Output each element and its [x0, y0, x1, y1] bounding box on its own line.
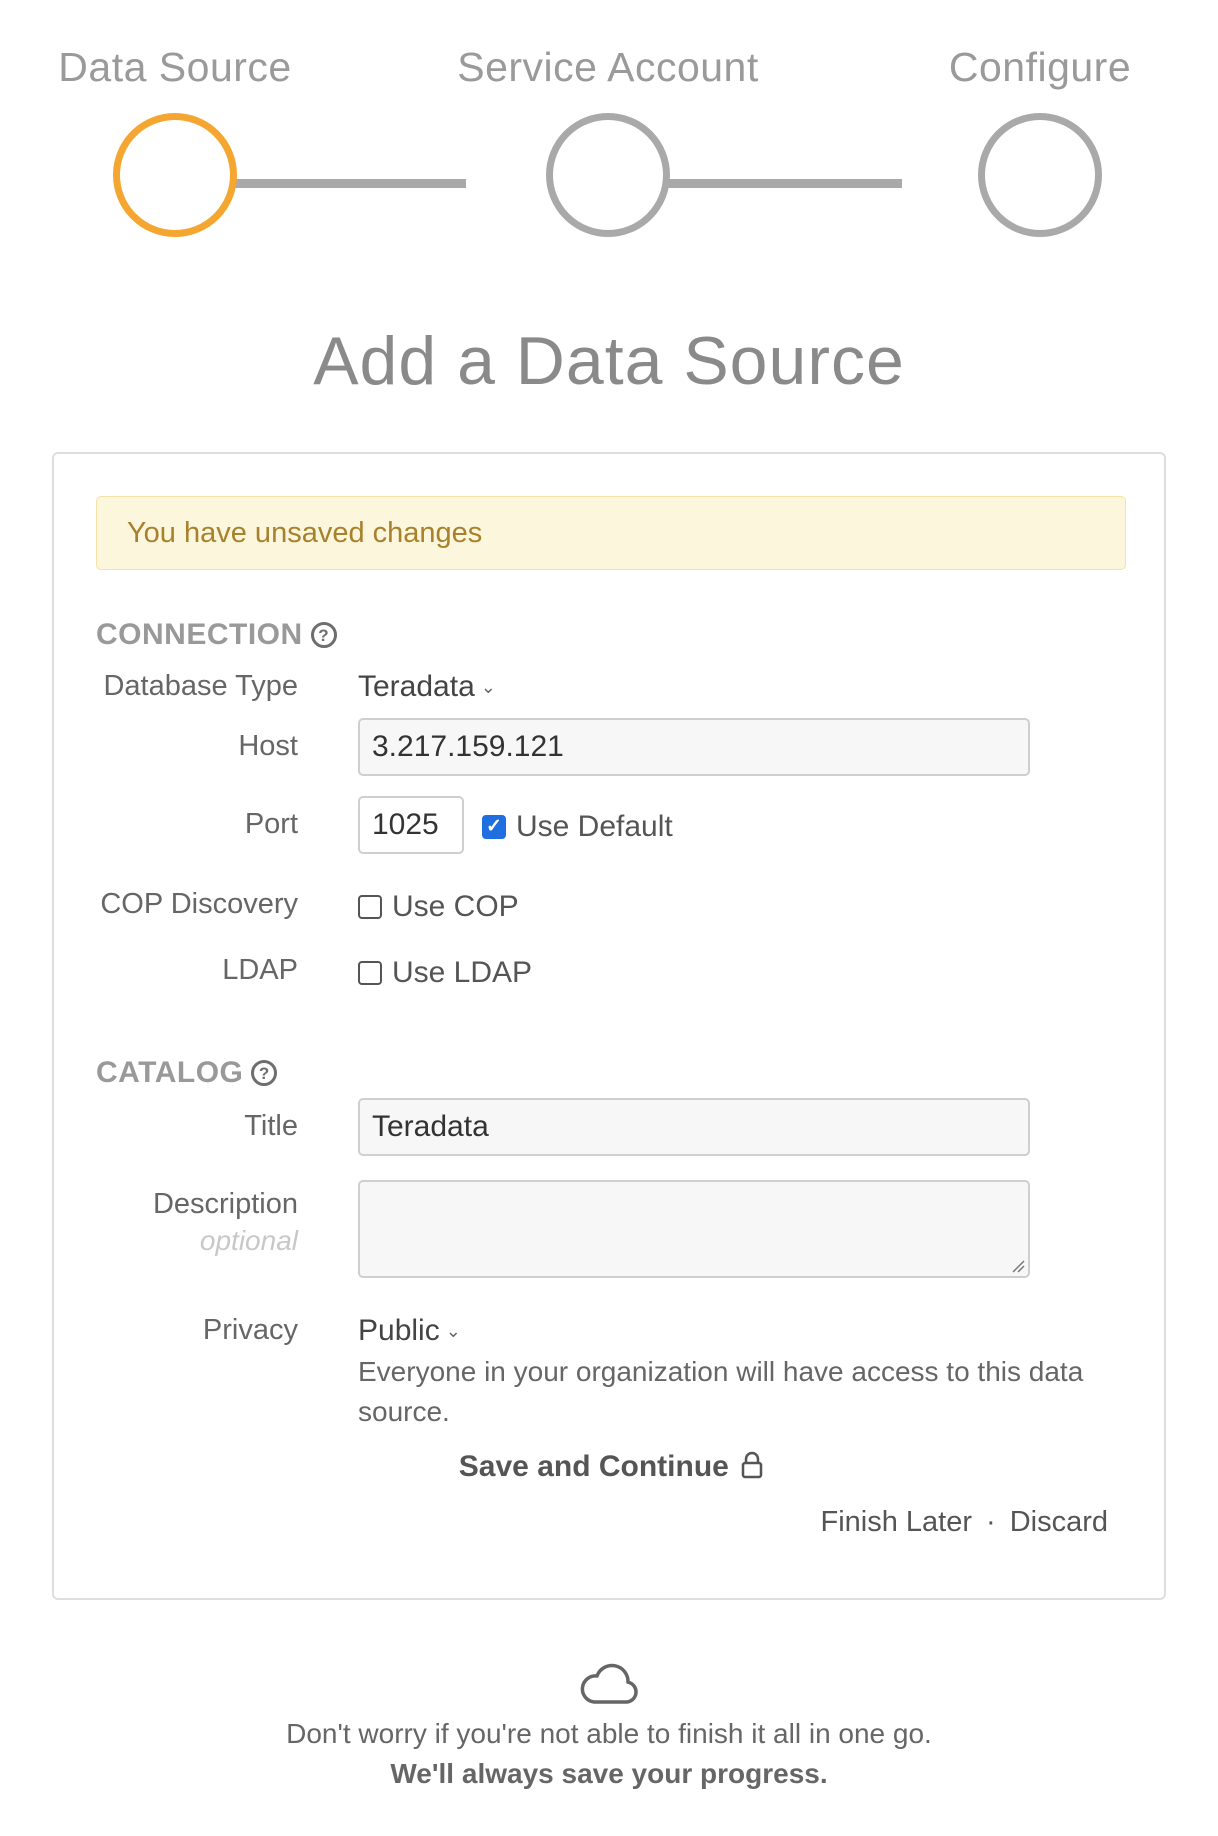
use-cop-checkbox-row[interactable]: Use COP: [358, 890, 519, 924]
description-optional-hint: optional: [199, 1225, 298, 1256]
privacy-value: Public: [358, 1314, 440, 1347]
use-default-checkbox-row[interactable]: ✓ Use Default: [482, 810, 673, 844]
save-and-continue-button[interactable]: Save and Continue: [54, 1450, 1168, 1484]
catalog-heading-text: CATALOG: [96, 1056, 244, 1089]
use-cop-label: Use COP: [392, 890, 519, 923]
description-label: Description optional: [153, 1188, 298, 1257]
title-label: Title: [244, 1110, 298, 1142]
step-label-service-account: Service Account: [457, 44, 759, 90]
use-ldap-checkbox-row[interactable]: Use LDAP: [358, 956, 532, 990]
connection-heading-text: CONNECTION: [96, 618, 303, 651]
step-connector: [640, 179, 902, 188]
database-type-label: Database Type: [103, 670, 298, 702]
step-label-configure: Configure: [948, 44, 1132, 90]
chevron-down-icon: ⌄: [445, 1321, 461, 1341]
finish-later-link[interactable]: Finish Later: [821, 1506, 973, 1538]
lock-icon: [741, 1451, 763, 1479]
privacy-select[interactable]: Public ⌄: [358, 1314, 461, 1348]
catalog-heading: CATALOG ?: [96, 1056, 278, 1090]
description-textarea[interactable]: [358, 1180, 1030, 1278]
host-input[interactable]: [358, 718, 1030, 776]
data-source-form-card: You have unsaved changes CONNECTION ? Da…: [52, 452, 1166, 1600]
step-circle-configure[interactable]: [978, 113, 1102, 237]
unsaved-changes-alert: You have unsaved changes: [96, 496, 1126, 570]
question-circle-icon[interactable]: ?: [310, 622, 337, 648]
privacy-description: Everyone in your organization will have …: [358, 1356, 1084, 1427]
link-separator: ·: [986, 1506, 996, 1538]
step-circle-service-account[interactable]: [546, 113, 670, 237]
use-default-label: Use Default: [516, 810, 673, 843]
port-label: Port: [244, 808, 298, 840]
port-input[interactable]: [358, 796, 464, 854]
step-label-data-source: Data Source: [58, 44, 292, 90]
cop-discovery-label: COP Discovery: [100, 888, 298, 920]
question-circle-icon[interactable]: ?: [251, 1060, 278, 1086]
discard-link[interactable]: Discard: [1010, 1506, 1108, 1538]
progress-stepper: Data Source Service Account Configure: [0, 0, 1218, 260]
database-type-value: Teradata: [358, 670, 475, 703]
save-and-continue-label: Save and Continue: [458, 1450, 729, 1483]
privacy-label: Privacy: [202, 1314, 298, 1346]
reassurance-text-bold: We'll always save your progress.: [390, 1758, 828, 1789]
description-label-text: Description: [152, 1188, 298, 1220]
database-type-select[interactable]: Teradata ⌄: [358, 670, 496, 704]
host-label: Host: [238, 730, 298, 762]
step-circle-data-source[interactable]: [113, 113, 237, 237]
page-title: Add a Data Source: [313, 323, 905, 399]
resize-grip-icon[interactable]: [1011, 1259, 1025, 1273]
use-ldap-label: Use LDAP: [392, 956, 533, 989]
secondary-actions: Finish Later · Discard: [821, 1506, 1109, 1539]
cloud-icon: [580, 1663, 638, 1704]
reassurance-text: Don't worry if you're not able to finish…: [286, 1718, 932, 1749]
use-default-checkbox[interactable]: ✓: [482, 815, 506, 839]
use-cop-checkbox[interactable]: [358, 895, 382, 919]
chevron-down-icon: ⌄: [480, 677, 496, 697]
title-input[interactable]: [358, 1098, 1030, 1156]
connection-heading: CONNECTION ?: [96, 618, 337, 652]
use-ldap-checkbox[interactable]: [358, 961, 382, 985]
ldap-label: LDAP: [222, 954, 298, 986]
step-connector: [210, 179, 466, 188]
